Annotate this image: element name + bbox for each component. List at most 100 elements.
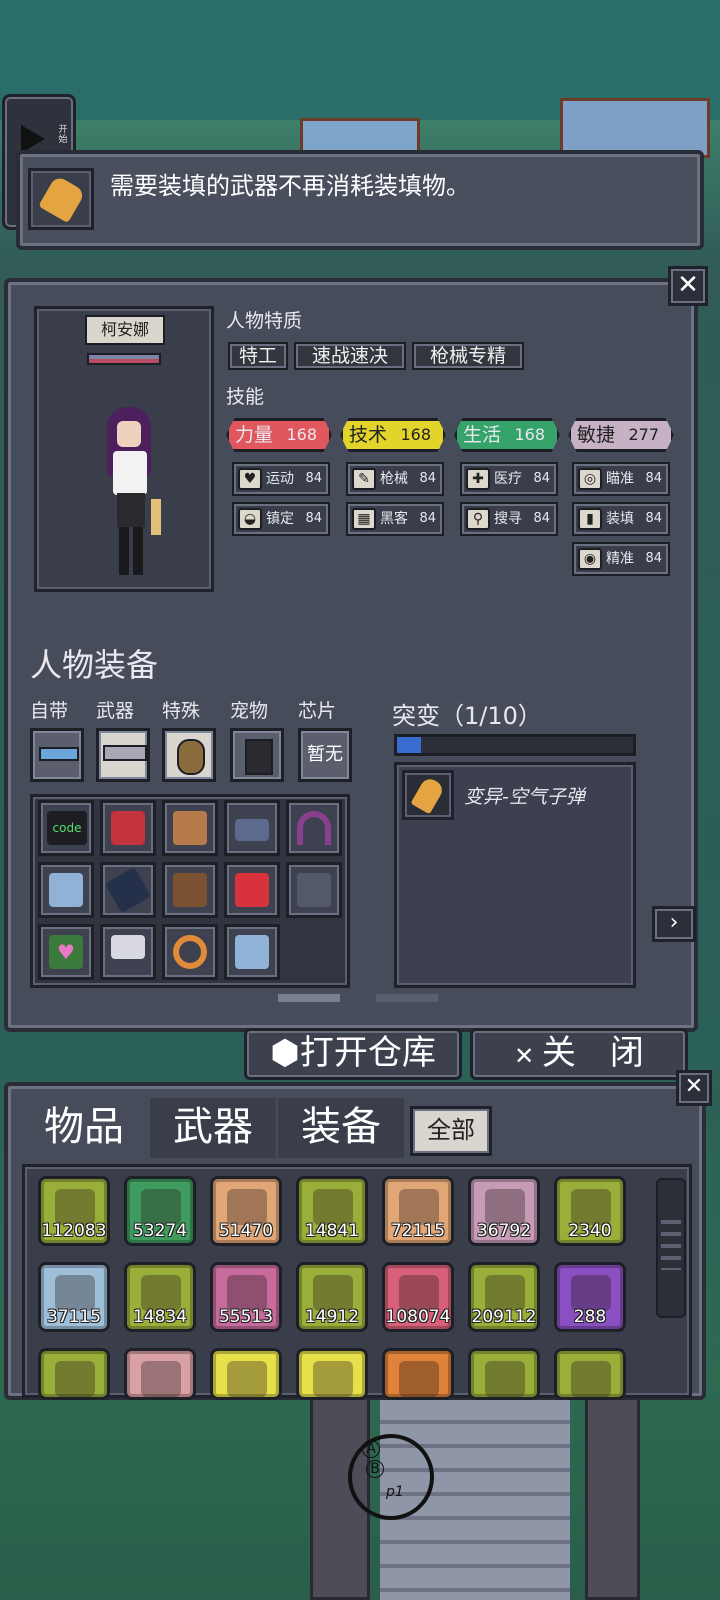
- skill-medical[interactable]: ✚ 医疗 84: [460, 462, 558, 496]
- building-roof-right: [560, 98, 710, 158]
- bag-item-chocolate[interactable]: 14834: [124, 1262, 196, 1332]
- character-panel: ✕ 柯安娜 人物特质 特工 速战速决 枪械专精 技能 力量 168 技术 168 生…: [4, 266, 708, 1032]
- weapon-slot[interactable]: [96, 728, 150, 782]
- skill-label: 黑客: [380, 511, 408, 527]
- tab-weapons[interactable]: 武器: [150, 1098, 276, 1158]
- traits-title: 人物特质: [226, 310, 303, 332]
- skill-composure[interactable]: ◒ 镇定 84: [232, 502, 330, 536]
- headphones-icon[interactable]: [286, 800, 342, 856]
- page-indicator-1: [278, 994, 340, 1002]
- tab-items[interactable]: 物品: [24, 1098, 144, 1158]
- glasses-book-icon[interactable]: [38, 862, 94, 918]
- tab-equipment[interactable]: 装备: [278, 1098, 404, 1158]
- stat-label: 力量: [235, 424, 274, 446]
- player-tag: p1: [386, 1484, 404, 1500]
- item-count: 2340: [568, 1221, 612, 1241]
- bag-item-bread[interactable]: 72115: [382, 1176, 454, 1246]
- skills-title: 技能: [226, 386, 265, 408]
- bag-item-shirt[interactable]: 55513: [210, 1262, 282, 1332]
- skill-label: 镇定: [266, 511, 294, 527]
- item-count: 14834: [132, 1307, 188, 1327]
- bag-item-wrench[interactable]: [382, 1348, 454, 1400]
- next-page-button[interactable]: ›: [652, 906, 696, 942]
- filter-label: 全部: [427, 1116, 475, 1144]
- message-banner: 需要装填的武器不再消耗装填物。: [16, 150, 704, 250]
- scroll-thumb[interactable]: [661, 1220, 681, 1270]
- skill-precision[interactable]: ◉ 精准 84: [572, 542, 670, 576]
- bag-scrollbar[interactable]: [656, 1178, 686, 1318]
- tab-label: 物品: [44, 1104, 124, 1150]
- bag-item-wine[interactable]: [296, 1348, 368, 1400]
- trait-firearm-expert[interactable]: 枪械专精: [412, 342, 524, 370]
- air-bullet-icon[interactable]: [402, 770, 454, 820]
- skill-firearms[interactable]: ✎ 枪械 84: [346, 462, 444, 496]
- close-button[interactable]: ✕ 关 闭: [470, 1028, 688, 1080]
- bag-item-tape[interactable]: 209112: [468, 1262, 540, 1332]
- stat-technique: 技术 168: [340, 418, 446, 452]
- bag-item-herb[interactable]: 2340: [554, 1176, 626, 1246]
- filter-all-button[interactable]: 全部: [410, 1106, 492, 1156]
- bag-item-circuit[interactable]: 37115: [38, 1262, 110, 1332]
- air-bullet-icon: [28, 168, 94, 230]
- medkit-icon: ✚: [466, 468, 490, 490]
- bag-item-bottle[interactable]: [210, 1348, 282, 1400]
- skill-level: 84: [305, 471, 322, 486]
- pet-slot[interactable]: [230, 728, 284, 782]
- skill-label: 瞄准: [606, 471, 634, 487]
- chip-slot[interactable]: 暂无: [298, 728, 352, 782]
- skill-level: 84: [533, 511, 550, 526]
- code-book-icon[interactable]: code: [38, 800, 94, 856]
- close-bag-button[interactable]: ✕: [676, 1070, 712, 1106]
- bag-item-chili[interactable]: [554, 1348, 626, 1400]
- character-name: 柯安娜: [100, 320, 149, 339]
- apple-icon: [55, 1361, 95, 1397]
- button-a-label: A: [362, 1440, 380, 1458]
- first-aid-kit-icon[interactable]: [224, 862, 280, 918]
- skill-level: 84: [645, 471, 662, 486]
- heart-card-icon[interactable]: ♥: [38, 924, 94, 980]
- bag-item-jar[interactable]: 288: [554, 1262, 626, 1332]
- gold-ring-icon[interactable]: [162, 924, 218, 980]
- vr-headset-icon[interactable]: [224, 800, 280, 856]
- pistol-icon: [39, 747, 79, 761]
- laptop-icon[interactable]: [286, 862, 342, 918]
- bag-item-medicine[interactable]: 108074: [382, 1262, 454, 1332]
- trait-agent[interactable]: 特工: [228, 342, 288, 370]
- bag-item-meat[interactable]: 14841: [296, 1176, 368, 1246]
- bag-item-supplies[interactable]: 112083: [38, 1176, 110, 1246]
- skill-hacker[interactable]: ▦ 黑客 84: [346, 502, 444, 536]
- skill-search[interactable]: ⚲ 搜寻 84: [460, 502, 558, 536]
- bag-item-apple[interactable]: [38, 1348, 110, 1400]
- bag-item-pipe[interactable]: 36792: [468, 1176, 540, 1246]
- bag-item-rope[interactable]: 51470: [210, 1176, 282, 1246]
- item-count: 72115: [390, 1221, 446, 1241]
- sunglasses-icon[interactable]: [100, 924, 156, 980]
- stat-label: 敏捷: [577, 424, 616, 446]
- close-character-button[interactable]: ✕: [668, 266, 708, 306]
- bag-item-chair[interactable]: 14912: [296, 1262, 368, 1332]
- builtin-gun-slot[interactable]: [30, 728, 84, 782]
- tape-icon: [485, 1275, 525, 1311]
- trait-quick-battle[interactable]: 速战速决: [294, 342, 406, 370]
- backpack-icon[interactable]: [162, 862, 218, 918]
- brown-book-icon[interactable]: [162, 800, 218, 856]
- crosshair-hud[interactable]: A B p1: [348, 1434, 434, 1520]
- skill-label: 精准: [606, 551, 634, 567]
- stat-agility: 敏捷 277: [568, 418, 674, 452]
- wine-icon: [313, 1361, 353, 1397]
- stat-value: 168: [514, 425, 545, 444]
- bag-item-log[interactable]: 53274: [124, 1176, 196, 1246]
- skill-reload[interactable]: ▮ 装填 84: [572, 502, 670, 536]
- bag-item-cloth[interactable]: [468, 1348, 540, 1400]
- special-slot[interactable]: [162, 728, 216, 782]
- open-storage-button[interactable]: ⬢打开仓库: [244, 1028, 462, 1080]
- bag-item-tool[interactable]: [124, 1348, 196, 1400]
- slot-label-weapon: 武器: [96, 700, 135, 722]
- skill-label: 医疗: [494, 471, 522, 487]
- red-book-icon[interactable]: [100, 800, 156, 856]
- skill-sports[interactable]: ♥ 运动 84: [232, 462, 330, 496]
- phone-icon[interactable]: [100, 862, 156, 918]
- item-count: 14912: [304, 1307, 360, 1327]
- blue-book-icon[interactable]: [224, 924, 280, 980]
- skill-aiming[interactable]: ◎ 瞄准 84: [572, 462, 670, 496]
